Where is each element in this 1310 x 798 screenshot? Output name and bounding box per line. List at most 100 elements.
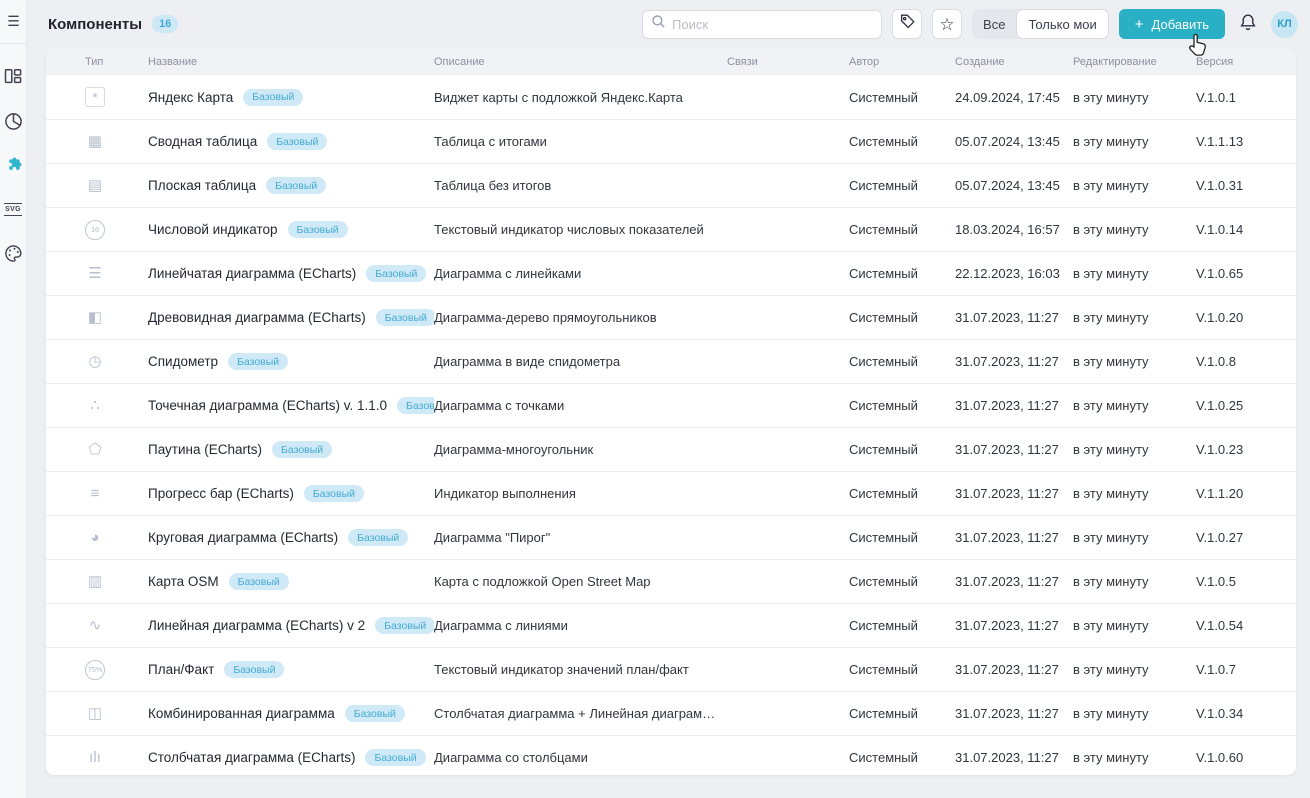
table-row[interactable]: ◷ Спидометр Базовый Диаграмма в виде спи… — [46, 339, 1296, 383]
table-row[interactable]: ≡ Прогресс бар (ECharts) Базовый Индикат… — [46, 471, 1296, 515]
component-description: Виджет карты с подложкой Яндекс.Карта — [434, 90, 727, 105]
yandex-map-icon: * — [85, 87, 105, 107]
component-created: 31.07.2023, 11:27 — [955, 706, 1073, 721]
col-header-type: Тип — [46, 56, 148, 68]
base-badge: Базовый — [224, 661, 284, 678]
base-badge: Базовый — [229, 573, 289, 590]
component-name: Сводная таблица — [148, 134, 257, 149]
base-badge: Базовый — [376, 309, 434, 326]
plan-fact-icon: 75% — [85, 660, 105, 680]
component-version: V.1.0.5 — [1196, 574, 1296, 589]
component-author: Системный — [849, 750, 955, 765]
component-description: Таблица без итогов — [434, 178, 727, 193]
component-author: Системный — [849, 266, 955, 281]
component-name: Точечная диаграмма (ECharts) v. 1.1.0 — [148, 398, 387, 413]
scatter-chart-icon: ∴ — [85, 396, 105, 416]
component-edited: в эту минуту — [1073, 134, 1196, 149]
add-component-button[interactable]: + Добавить — [1119, 9, 1225, 39]
component-edited: в эту минуту — [1073, 354, 1196, 369]
component-author: Системный — [849, 574, 955, 589]
component-edited: в эту минуту — [1073, 266, 1196, 281]
component-edited: в эту минуту — [1073, 574, 1196, 589]
plus-icon: + — [1135, 17, 1144, 32]
sidebar: ☰ — [0, 0, 27, 798]
component-name: Столбчатая диаграмма (ECharts) — [148, 750, 355, 765]
table-header-row: Тип Название Описание Связи Автор Создан… — [46, 48, 1296, 75]
component-version: V.1.0.54 — [1196, 618, 1296, 633]
table-row[interactable]: ılı Столбчатая диаграмма (ECharts) Базов… — [46, 735, 1296, 775]
table-row[interactable]: ▤ Плоская таблица Базовый Таблица без ит… — [46, 163, 1296, 207]
component-edited: в эту минуту — [1073, 90, 1196, 105]
component-edited: в эту минуту — [1073, 442, 1196, 457]
component-description: Диаграмма в виде спидометра — [434, 354, 727, 369]
component-created: 31.07.2023, 11:27 — [955, 574, 1073, 589]
filter-all-segment[interactable]: Все — [972, 9, 1016, 39]
component-created: 31.07.2023, 11:27 — [955, 618, 1073, 633]
component-name: Спидометр — [148, 354, 218, 369]
component-created: 18.03.2024, 16:57 — [955, 222, 1073, 237]
component-description: Диаграмма "Пирог" — [434, 530, 727, 545]
component-created: 31.07.2023, 11:27 — [955, 750, 1073, 765]
component-version: V.1.0.31 — [1196, 178, 1296, 193]
component-version: V.1.0.65 — [1196, 266, 1296, 281]
component-created: 31.07.2023, 11:27 — [955, 530, 1073, 545]
component-created: 05.07.2024, 13:45 — [955, 134, 1073, 149]
component-version: V.1.1.20 — [1196, 486, 1296, 501]
component-edited: в эту минуту — [1073, 618, 1196, 633]
component-description: Таблица с итогами — [434, 134, 727, 149]
component-name: Древовидная диаграмма (ECharts) — [148, 310, 366, 325]
favorites-filter-button[interactable]: ☆ — [932, 9, 962, 39]
base-badge: Базовый — [266, 177, 326, 194]
sidebar-item-dashboards[interactable] — [2, 66, 24, 88]
pivot-table-icon: ▦ — [85, 132, 105, 152]
component-version: V.1.0.25 — [1196, 398, 1296, 413]
menu-hamburger-icon[interactable]: ☰ — [0, 0, 27, 44]
component-author: Системный — [849, 706, 955, 721]
component-description: Текстовый индикатор числовых показателей — [434, 222, 727, 237]
sidebar-item-themes[interactable] — [2, 242, 24, 264]
base-badge: Базовый — [272, 441, 332, 458]
table-row[interactable]: ⬠ Паутина (ECharts) Базовый Диаграмма-мн… — [46, 427, 1296, 471]
progress-bar-icon: ≡ — [85, 484, 105, 504]
sidebar-item-svg-editor[interactable]: SVG — [2, 198, 24, 220]
component-edited: в эту минуту — [1073, 706, 1196, 721]
table-row[interactable]: ∿ Линейная диаграмма (ECharts) v 2 Базов… — [46, 603, 1296, 647]
component-edited: в эту минуту — [1073, 222, 1196, 237]
component-description: Диаграмма со столбцами — [434, 750, 727, 765]
flat-table-icon: ▤ — [85, 176, 105, 196]
table-row[interactable]: ◕ Круговая диаграмма (ECharts) Базовый Д… — [46, 515, 1296, 559]
table-row[interactable]: ◫ Комбинированная диаграмма Базовый Стол… — [46, 691, 1296, 735]
number-indicator-icon: 16 — [85, 220, 105, 240]
sidebar-item-components[interactable] — [2, 154, 24, 176]
component-created: 31.07.2023, 11:27 — [955, 442, 1073, 457]
table-row[interactable]: ◧ Древовидная диаграмма (ECharts) Базовы… — [46, 295, 1296, 339]
layout-icon — [4, 68, 22, 86]
component-name: Карта OSM — [148, 574, 219, 589]
component-author: Системный — [849, 90, 955, 105]
components-table: Тип Название Описание Связи Автор Создан… — [46, 48, 1296, 775]
sidebar-item-reports[interactable] — [2, 110, 24, 132]
star-icon: ☆ — [939, 16, 954, 33]
search-input[interactable] — [672, 17, 873, 32]
component-description: Столбчатая диаграмма + Линейная диаграмм… — [434, 706, 727, 721]
line-chart-icon: ∿ — [85, 616, 105, 636]
component-created: 31.07.2023, 11:27 — [955, 662, 1073, 677]
tags-filter-button[interactable] — [892, 9, 922, 39]
table-row[interactable]: 16 Числовой индикатор Базовый Текстовый … — [46, 207, 1296, 251]
filter-mine-segment[interactable]: Только мои — [1016, 9, 1108, 39]
palette-icon — [4, 244, 23, 263]
tag-icon — [899, 13, 916, 35]
table-row[interactable]: ∴ Точечная диаграмма (ECharts) v. 1.1.0 … — [46, 383, 1296, 427]
base-badge: Базовый — [375, 617, 434, 634]
table-row[interactable]: ▥ Карта OSM Базовый Карта с подложкой Op… — [46, 559, 1296, 603]
col-header-name: Название — [148, 56, 434, 68]
table-row[interactable]: 75% План/Факт Базовый Текстовый индикато… — [46, 647, 1296, 691]
notifications-button[interactable] — [1235, 11, 1261, 37]
table-row[interactable]: ▦ Сводная таблица Базовый Таблица с итог… — [46, 119, 1296, 163]
component-author: Системный — [849, 134, 955, 149]
table-row[interactable]: ☰ Линейчатая диаграмма (ECharts) Базовый… — [46, 251, 1296, 295]
table-row[interactable]: * Яндекс Карта Базовый Виджет карты с по… — [46, 75, 1296, 119]
user-avatar[interactable]: КЛ — [1271, 11, 1298, 38]
component-description: Текстовый индикатор значений план/факт — [434, 662, 727, 677]
component-author: Системный — [849, 486, 955, 501]
